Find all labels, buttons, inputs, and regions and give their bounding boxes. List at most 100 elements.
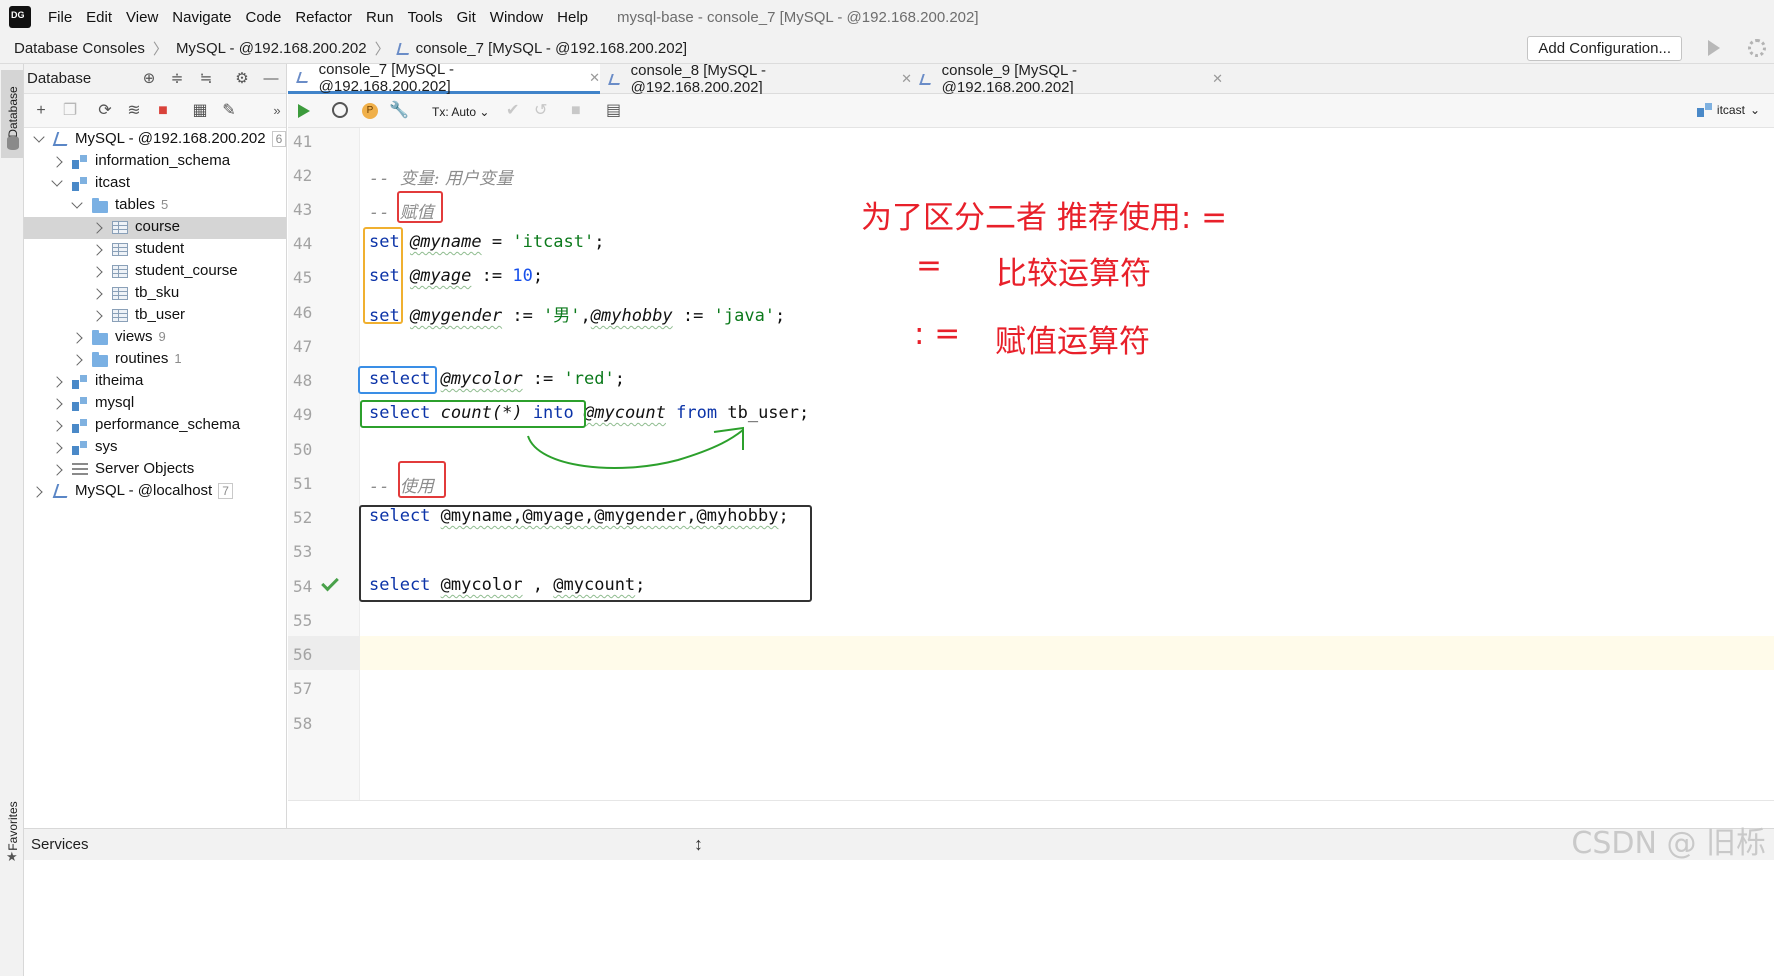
tree-label: views [115, 328, 153, 345]
edit-icon[interactable]: ✎ [220, 102, 238, 120]
chevron-down-icon[interactable] [33, 131, 45, 143]
services-tab[interactable]: Services [31, 836, 89, 853]
tx-mode-label: Tx: Auto [432, 105, 477, 119]
breadcrumb-connection[interactable]: MySQL - @192.168.200.202 [176, 40, 367, 57]
database-toolbar: + ❐ ⟳ ≋ ■ ▦ ✎ » [24, 94, 286, 128]
tree-item-tables[interactable]: tables 5 [24, 195, 286, 217]
menu-run[interactable]: Run [359, 9, 401, 26]
chevron-down-icon[interactable] [71, 197, 83, 209]
database-tool-window-button[interactable]: Database [1, 70, 23, 158]
target-icon[interactable]: ⊕ [141, 71, 157, 87]
menu-view[interactable]: View [119, 9, 165, 26]
chevron-right-icon[interactable] [91, 222, 103, 234]
add-configuration-button[interactable]: Add Configuration... [1527, 36, 1682, 61]
chevron-right-icon[interactable] [51, 376, 63, 388]
tree-label: performance_schema [95, 416, 241, 433]
chevron-right-icon[interactable] [51, 442, 63, 454]
menu-window[interactable]: Window [483, 9, 550, 26]
gear-icon[interactable] [1748, 39, 1766, 57]
tree-item-views[interactable]: views 9 [24, 327, 286, 349]
menu-help[interactable]: Help [550, 9, 595, 26]
line-number: 43 [293, 200, 313, 219]
breadcrumb-console[interactable]: console_7 [MySQL - @192.168.200.202] [416, 40, 688, 57]
tree-label: routines [115, 350, 169, 367]
tree-item-mysql-localhost[interactable]: MySQL - @localhost 7 [24, 481, 286, 503]
chevron-right-icon[interactable] [71, 332, 83, 344]
chevron-right-icon[interactable] [51, 420, 63, 432]
chevron-right-icon[interactable] [51, 398, 63, 410]
annotation-box-set-keywords [363, 227, 403, 324]
tab-console-8[interactable]: console_8 [MySQL - @192.168.200.202] ✕ [600, 62, 912, 96]
tree-item-mysql[interactable]: mysql [24, 393, 286, 415]
menu-git[interactable]: Git [450, 9, 483, 26]
execute-icon[interactable] [298, 104, 310, 118]
tree-item-student-course[interactable]: student_course [24, 261, 286, 283]
stop-icon[interactable]: ■ [154, 102, 172, 120]
line-number: 49 [293, 405, 313, 424]
duplicate-icon[interactable]: ❐ [61, 102, 79, 120]
chevron-right-icon[interactable] [91, 288, 103, 300]
chevron-right-icon[interactable] [31, 486, 43, 498]
annotation-assign-text: 赋值运算符 [995, 324, 1150, 360]
resize-handle-icon[interactable]: ↕ [694, 834, 703, 855]
menu-tools[interactable]: Tools [401, 9, 450, 26]
tree-item-itheima[interactable]: itheima [24, 371, 286, 393]
schema-selector[interactable]: itcast ⌄ [1696, 103, 1760, 117]
sql-editor[interactable]: 41 42 43 44 45 46 47 48 49 50 51 52 53 5… [288, 128, 1774, 800]
chevron-right-icon[interactable] [91, 266, 103, 278]
expand-all-icon[interactable]: ≑ [169, 71, 185, 87]
chevron-right-icon[interactable] [51, 464, 63, 476]
collapse-all-icon[interactable]: ≒ [198, 71, 214, 87]
tree-item-routines[interactable]: routines 1 [24, 349, 286, 371]
wrench-icon[interactable]: 🔧 [389, 102, 409, 120]
tree-item-information-schema[interactable]: information_schema [24, 151, 286, 173]
annotation-box-use-comment [398, 461, 446, 498]
table-view-icon[interactable]: ▦ [191, 102, 209, 120]
tree-item-sys[interactable]: sys [24, 437, 286, 459]
annotation-box-assign-comment [397, 191, 443, 223]
output-layout-icon[interactable]: ▤ [606, 102, 621, 120]
chevron-down-icon[interactable] [51, 175, 63, 187]
parameters-icon[interactable]: P [362, 103, 378, 119]
cancel-icon[interactable]: ■ [571, 102, 581, 120]
tree-item-itcast[interactable]: itcast [24, 173, 286, 195]
menu-code[interactable]: Code [238, 9, 288, 26]
chevron-right-icon[interactable] [91, 310, 103, 322]
chevron-right-icon[interactable] [71, 354, 83, 366]
current-line-highlight [360, 636, 1774, 670]
tree-item-student[interactable]: student [24, 239, 286, 261]
breadcrumb-database-consoles[interactable]: Database Consoles [14, 40, 145, 57]
tab-console-9[interactable]: console_9 [MySQL - @192.168.200.202] ✕ [911, 62, 1223, 96]
close-icon[interactable]: ✕ [1212, 71, 1223, 87]
commit-icon[interactable]: ✔ [506, 102, 519, 120]
tree-item-performance-schema[interactable]: performance_schema [24, 415, 286, 437]
properties-icon[interactable]: ≋ [125, 102, 143, 120]
database-panel-title: Database [27, 70, 92, 87]
settings-icon[interactable]: ⚙ [234, 71, 250, 87]
history-icon[interactable] [332, 102, 348, 118]
refresh-icon[interactable]: ⟳ [96, 102, 114, 120]
menu-navigate[interactable]: Navigate [165, 9, 238, 26]
tab-console-7[interactable]: console_7 [MySQL - @192.168.200.202] ✕ [288, 61, 600, 95]
minimize-icon[interactable]: — [263, 71, 279, 87]
run-icon[interactable] [1708, 40, 1720, 56]
line-number: 58 [293, 714, 313, 733]
rollback-icon[interactable]: ↺ [534, 102, 547, 120]
chevron-right-icon[interactable] [51, 156, 63, 168]
line-number: 51 [293, 474, 313, 493]
close-icon[interactable]: ✕ [589, 70, 600, 86]
tree-item-tb-user[interactable]: tb_user [24, 305, 286, 327]
tree-item-server-objects[interactable]: Server Objects [24, 459, 286, 481]
add-icon[interactable]: + [32, 102, 50, 120]
tree-item-mysql-remote[interactable]: MySQL - @192.168.200.202 6 [24, 129, 287, 151]
transaction-mode-dropdown[interactable]: Tx: Auto ⌄ [432, 103, 489, 121]
tree-label: itheima [95, 372, 144, 389]
chevron-right-icon[interactable] [91, 244, 103, 256]
tree-item-course[interactable]: course [24, 217, 286, 239]
menu-file[interactable]: File [41, 9, 79, 26]
menu-edit[interactable]: Edit [79, 9, 119, 26]
tree-count-badge: 6 [271, 131, 287, 147]
menu-refactor[interactable]: Refactor [288, 9, 359, 26]
more-icon[interactable]: » [268, 102, 286, 120]
tree-item-tb-sku[interactable]: tb_sku [24, 283, 286, 305]
